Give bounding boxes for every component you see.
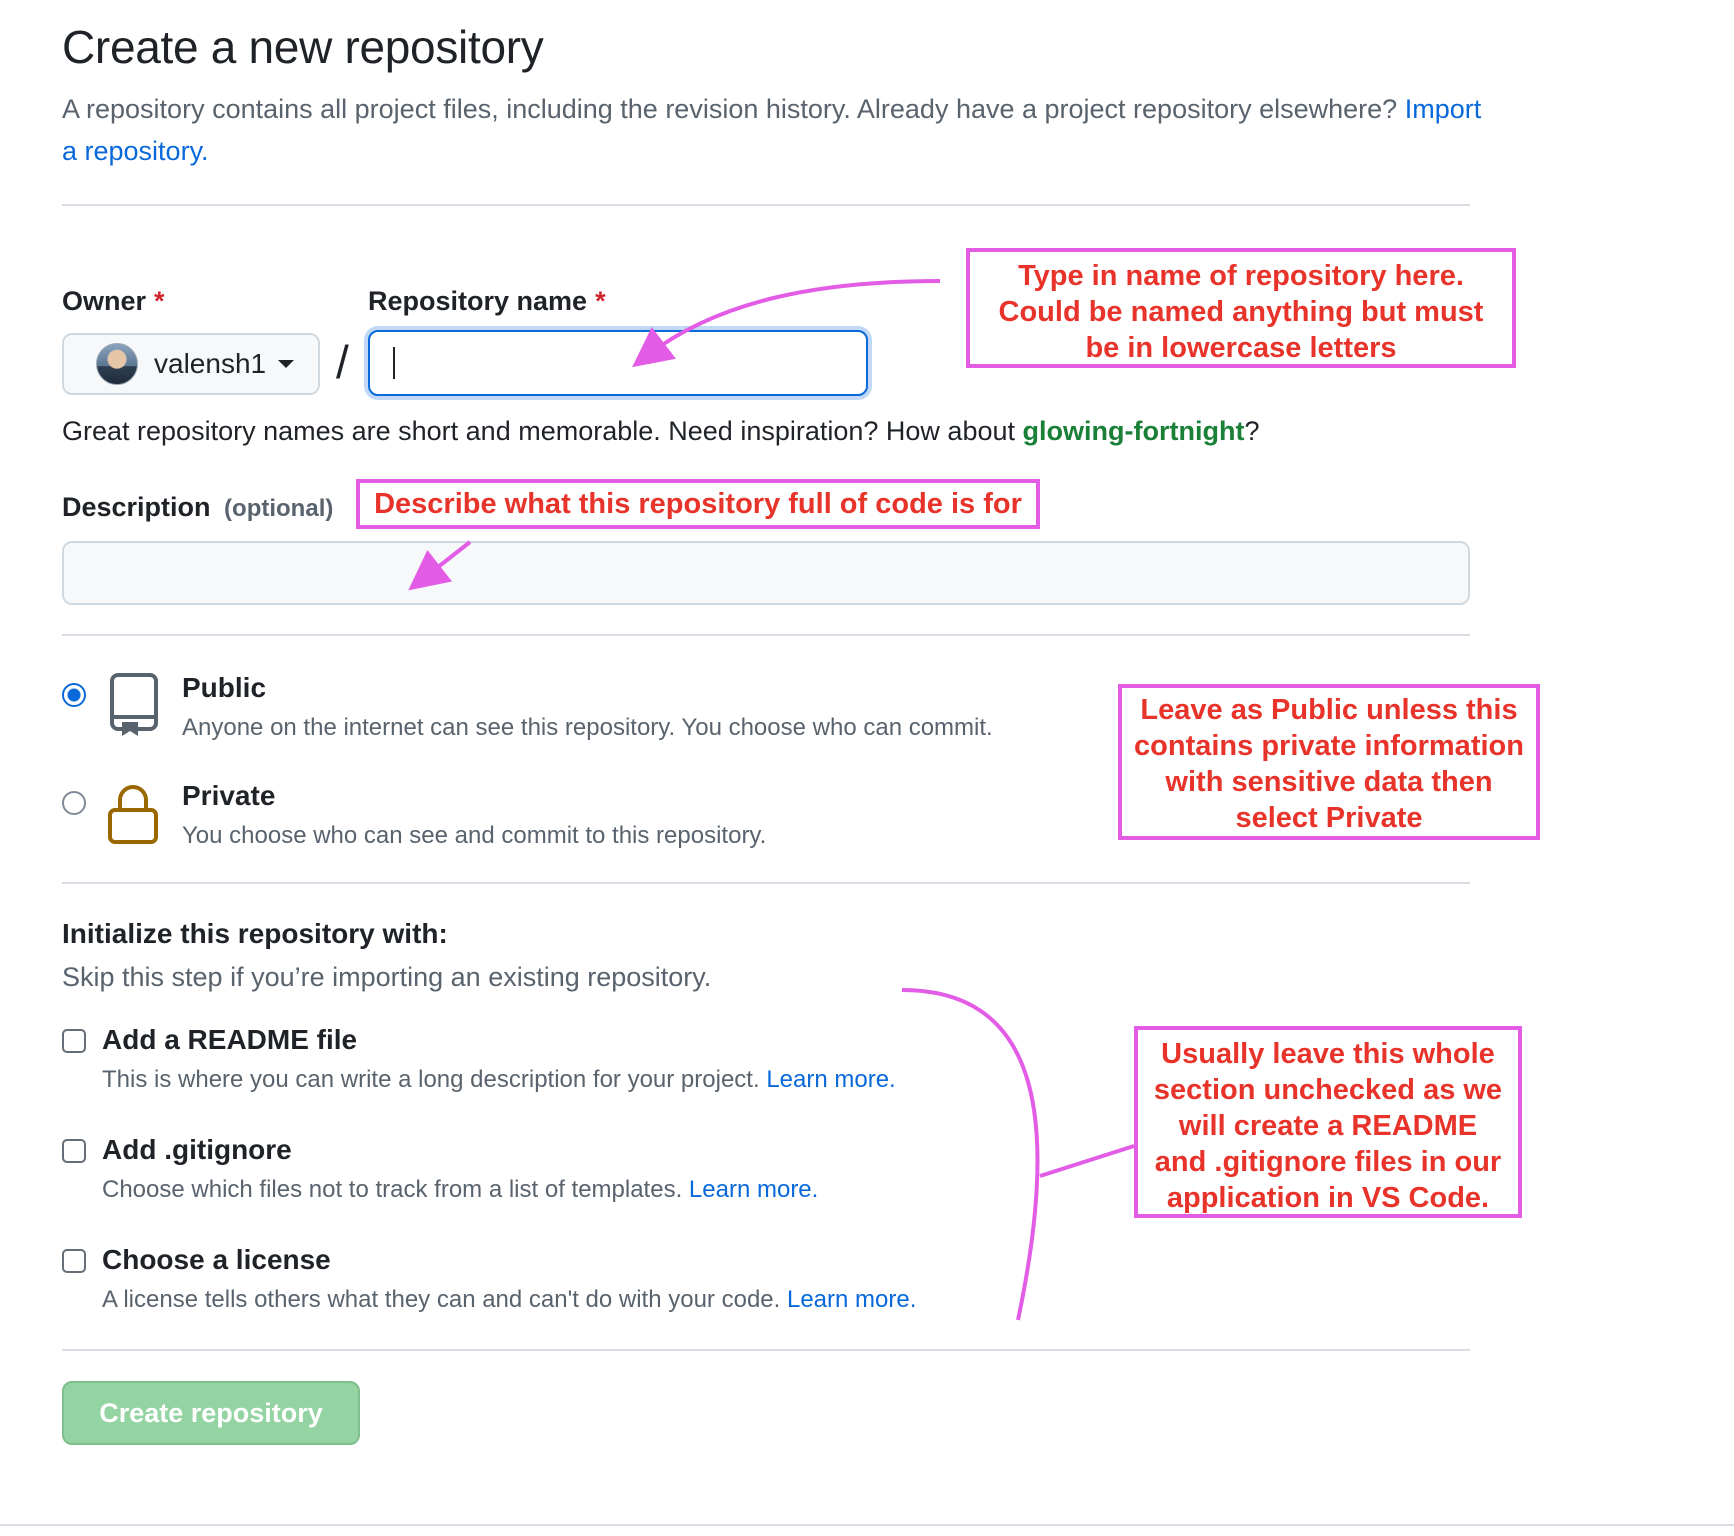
readme-subtitle: This is where you can write a long descr…	[102, 1066, 896, 1094]
annotation-line: Leave as Public unless this	[1140, 694, 1518, 726]
owner-label-text: Owner	[62, 286, 147, 316]
description-label: Description (optional)	[62, 492, 333, 523]
annotation-line: contains private information	[1134, 730, 1524, 762]
owner-dropdown[interactable]: valensh1	[62, 333, 320, 395]
init-subheading: Skip this step if you’re importing an ex…	[62, 962, 712, 992]
license-subtitle: A license tells others what they can and…	[102, 1286, 916, 1314]
divider	[62, 1349, 1470, 1351]
annotation-line: Could be named anything but must	[998, 296, 1484, 328]
owner-username: valensh1	[154, 348, 267, 379]
annotation-init: Usually leave this whole section uncheck…	[1134, 1026, 1522, 1218]
public-subtitle: Anyone on the internet can see this repo…	[182, 714, 993, 741]
optional-tag: (optional)	[224, 495, 334, 522]
readme-title: Add a README file	[102, 1024, 358, 1055]
readme-subtitle-text: This is where you can write a long descr…	[102, 1066, 760, 1093]
name-suggestion-link[interactable]: glowing-fortnight	[1023, 416, 1245, 446]
annotation-line: be in lowercase letters	[1085, 332, 1397, 364]
annotation-line: will create a README	[1178, 1110, 1478, 1142]
divider	[62, 634, 1470, 636]
private-subtitle: You choose who can see and commit to thi…	[182, 822, 767, 849]
owner-label: Owner *	[62, 286, 165, 317]
readme-checkbox[interactable]	[62, 1029, 86, 1053]
description-label-text: Description	[62, 492, 211, 522]
required-mark: *	[595, 286, 606, 316]
page-lead: A repository contains all project files,…	[62, 88, 1502, 172]
page-title: Create a new repository	[62, 21, 544, 73]
gitignore-title: Add .gitignore	[102, 1134, 292, 1165]
annotation-line: application in VS Code.	[1166, 1182, 1490, 1214]
license-checkbox[interactable]	[62, 1249, 86, 1273]
name-hint: Great repository names are short and mem…	[62, 416, 1259, 447]
gitignore-checkbox[interactable]	[62, 1139, 86, 1163]
divider	[62, 882, 1470, 884]
annotation-line: select Private	[1235, 802, 1423, 834]
repo-book-icon	[110, 673, 158, 736]
lock-icon	[108, 785, 158, 844]
text-cursor	[393, 347, 395, 379]
license-subtitle-text: A license tells others what they can and…	[102, 1286, 781, 1313]
annotation-line: and .gitignore files in our	[1154, 1146, 1502, 1178]
public-title: Public	[182, 672, 267, 703]
private-title: Private	[182, 780, 276, 811]
create-repository-button[interactable]: Create repository	[62, 1381, 360, 1445]
public-radio[interactable]	[62, 683, 86, 707]
readme-learn-more-link[interactable]: Learn more.	[766, 1066, 895, 1093]
divider	[62, 204, 1470, 206]
annotation-line: Describe what this repository full of co…	[374, 488, 1022, 520]
repo-name-label: Repository name *	[368, 286, 606, 317]
gitignore-learn-more-link[interactable]: Learn more.	[689, 1176, 818, 1203]
hint-text: Great repository names are short and mem…	[62, 416, 1015, 446]
annotation-line: section unchecked as we	[1153, 1074, 1503, 1106]
repo-name-label-text: Repository name	[368, 286, 588, 316]
bracket-connector	[1039, 1144, 1135, 1178]
bottom-rule	[0, 1524, 1734, 1526]
annotation-line: with sensitive data then	[1165, 766, 1493, 798]
gitignore-subtitle-text: Choose which files not to track from a l…	[102, 1176, 683, 1203]
owner-repo-separator: /	[336, 336, 349, 388]
required-mark: *	[154, 286, 165, 316]
private-radio[interactable]	[62, 791, 86, 815]
annotation-line: Usually leave this whole	[1161, 1038, 1495, 1070]
repository-name-input[interactable]	[368, 330, 868, 396]
description-input[interactable]	[62, 541, 1470, 605]
annotation-description: Describe what this repository full of co…	[356, 479, 1040, 529]
init-heading: Initialize this repository with:	[62, 918, 448, 949]
annotation-repo-name: Type in name of repository here. Could b…	[966, 248, 1516, 368]
avatar	[96, 343, 138, 385]
caret-down-icon	[278, 360, 295, 368]
annotation-visibility: Leave as Public unless this contains pri…	[1118, 684, 1540, 840]
license-title: Choose a license	[102, 1244, 331, 1275]
license-learn-more-link[interactable]: Learn more.	[787, 1286, 916, 1313]
hint-end: ?	[1244, 416, 1260, 446]
bracket-init-section	[901, 988, 1040, 1321]
annotation-line: Type in name of repository here.	[1018, 260, 1464, 292]
gitignore-subtitle: Choose which files not to track from a l…	[102, 1176, 818, 1204]
lead-text: A repository contains all project files,…	[62, 94, 1398, 124]
